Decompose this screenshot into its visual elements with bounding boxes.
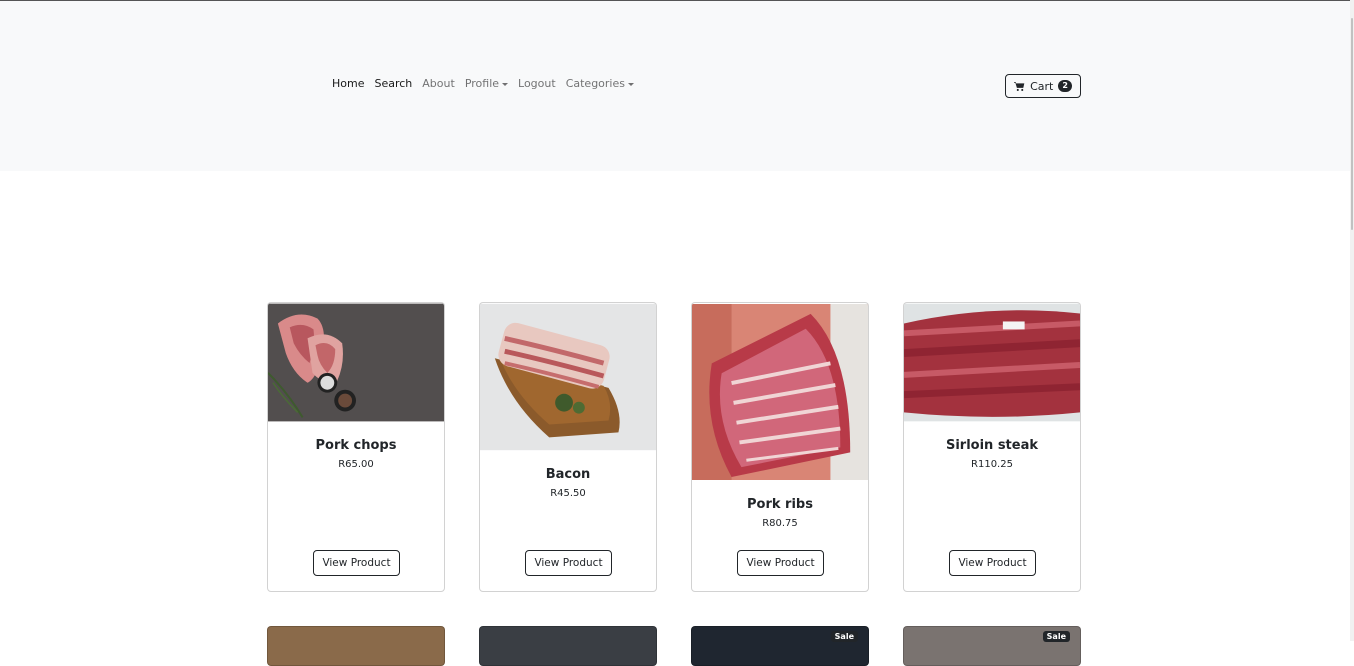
cart-icon bbox=[1014, 81, 1025, 91]
product-image bbox=[692, 304, 868, 480]
view-product-button[interactable]: View Product bbox=[949, 550, 1036, 576]
product-card bbox=[479, 626, 657, 666]
product-card: Bacon R45.50 View Product bbox=[479, 302, 657, 592]
cart-count-badge: 2 bbox=[1058, 80, 1072, 92]
nav-about[interactable]: About bbox=[422, 77, 455, 90]
product-name: Bacon bbox=[545, 467, 591, 482]
product-card: Pork ribs R80.75 View Product bbox=[691, 302, 869, 592]
product-name: Pork chops bbox=[315, 438, 397, 453]
scrollbar-thumb[interactable] bbox=[1351, 18, 1353, 230]
product-image bbox=[480, 303, 656, 451]
cart-button[interactable]: Cart 2 bbox=[1005, 74, 1081, 98]
nav-profile-dropdown[interactable]: Profile bbox=[464, 77, 509, 90]
nav-categories-dropdown[interactable]: Categories bbox=[566, 77, 634, 90]
product-card: Pork chops R65.00 View Product bbox=[267, 302, 445, 592]
product-price: R45.50 bbox=[550, 488, 586, 499]
sale-badge: Sale bbox=[1042, 631, 1070, 642]
sale-badge: Sale bbox=[830, 631, 858, 642]
product-card: Sale bbox=[903, 626, 1081, 666]
nav-search[interactable]: Search bbox=[374, 77, 412, 90]
product-card: Sale bbox=[691, 626, 869, 666]
nav-profile-label: Profile bbox=[464, 77, 500, 90]
navbar: Home Search About Profile Logout Categor… bbox=[0, 1, 1350, 171]
product-name: Sirloin steak bbox=[945, 438, 1039, 453]
product-image bbox=[904, 303, 1080, 422]
view-product-button[interactable]: View Product bbox=[313, 550, 400, 576]
product-name: Pork ribs bbox=[747, 497, 813, 512]
product-card bbox=[267, 626, 445, 666]
product-price: R110.25 bbox=[971, 459, 1013, 470]
product-image bbox=[268, 303, 444, 422]
product-card: Sirloin steak R110.25 View Product bbox=[903, 302, 1081, 592]
view-product-button[interactable]: View Product bbox=[525, 550, 612, 576]
nav-logout[interactable]: Logout bbox=[518, 77, 556, 90]
caret-down-icon bbox=[627, 82, 634, 86]
product-price: R65.00 bbox=[338, 459, 374, 470]
product-price: R80.75 bbox=[762, 518, 798, 529]
caret-down-icon bbox=[502, 82, 509, 86]
view-product-button[interactable]: View Product bbox=[737, 550, 824, 576]
cart-label: Cart bbox=[1030, 79, 1054, 93]
nav-categories-label: Categories bbox=[565, 77, 625, 90]
nav-links: Home Search About Profile Logout Categor… bbox=[332, 77, 644, 90]
nav-home[interactable]: Home bbox=[332, 77, 364, 90]
